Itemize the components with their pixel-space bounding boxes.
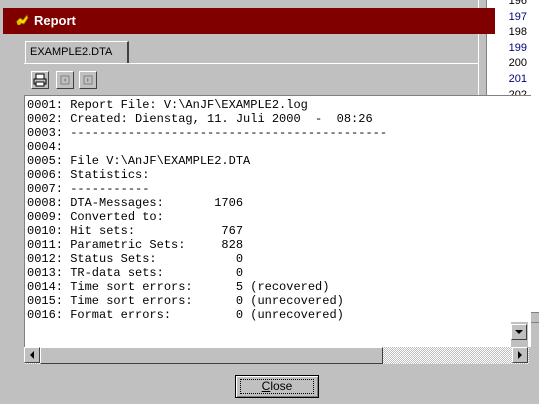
horizontal-scrollbar[interactable] (24, 347, 529, 364)
background-number: 199 (508, 41, 527, 54)
report-line: 0013: TR-data sets: 0 (27, 266, 244, 280)
next-button[interactable] (79, 71, 97, 89)
report-line: 0011: Parametric Sets: 828 (27, 238, 244, 252)
close-button-label: Close (240, 379, 314, 394)
tab-example2-dta[interactable]: EXAMPLE2.DTA (25, 41, 129, 63)
print-button[interactable] (31, 71, 49, 89)
prev-icon (60, 75, 70, 85)
report-line: 0012: Status Sets: 0 (27, 252, 244, 266)
next-icon (83, 75, 93, 85)
report-line: 0005: File V:\AnJF\EXAMPLE2.DTA (27, 154, 251, 168)
tab-panel-border (24, 63, 478, 64)
tab-label: EXAMPLE2.DTA (30, 46, 113, 58)
report-line: 0009: Converted to: (27, 210, 164, 224)
close-label-rest: lose (270, 379, 293, 393)
background-number: 200 (508, 57, 527, 70)
report-line: 0003: ----------------------------------… (27, 126, 388, 140)
report-line: 0014: Time sort errors: 5 (recovered) (27, 280, 330, 294)
report-line: 0015: Time sort errors: 0 (unrecovered) (27, 294, 344, 308)
printer-icon (33, 73, 47, 87)
title-bar[interactable] (3, 8, 495, 34)
app-icon (15, 14, 29, 25)
close-button[interactable]: Close (235, 375, 319, 398)
report-line: 0007: ----------- (27, 182, 150, 196)
arrow-right-icon (517, 351, 522, 359)
report-text-area[interactable]: 0001: Report File: V:\AnJF\EXAMPLE2.log … (24, 95, 531, 347)
report-line: 0016: Format errors: 0 (unrecovered) (27, 308, 344, 322)
report-line: 0001: Report File: V:\AnJF\EXAMPLE2.log (27, 98, 308, 112)
scroll-right-button[interactable] (512, 347, 528, 363)
arrow-down-icon (515, 329, 523, 334)
scroll-down-button[interactable] (511, 324, 527, 340)
report-line: 0010: Hit sets: 767 (27, 224, 244, 238)
report-line: 0004: (27, 140, 64, 154)
report-line: 0008: DTA-Messages: 1706 (27, 196, 244, 210)
horizontal-scroll-thumb[interactable] (40, 347, 383, 364)
background-number: 201 (508, 73, 527, 85)
previous-button[interactable] (56, 71, 74, 89)
report-line: 0006: Statistics: (27, 168, 150, 182)
window-title: Report (34, 13, 76, 28)
arrow-left-icon (29, 351, 34, 359)
scroll-left-button[interactable] (24, 347, 40, 363)
report-line: 0002: Created: Dienstag, 11. Juli 2000 -… (27, 112, 373, 126)
vertical-scrollbar[interactable] (511, 322, 528, 347)
background-number: 196 (508, 0, 527, 7)
